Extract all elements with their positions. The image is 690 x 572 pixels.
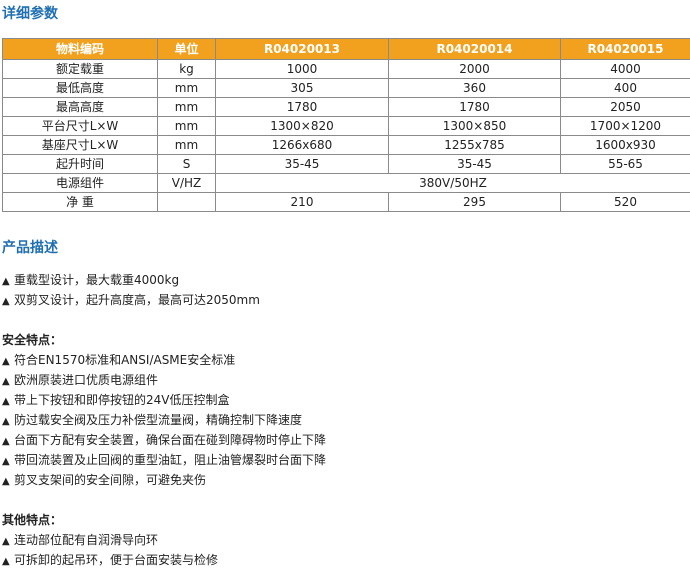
row-value: 1300×850 [389, 117, 561, 136]
row-value: 1600x930 [561, 136, 690, 155]
triangle-bullet-icon: ▲ [2, 372, 14, 392]
row-value: 1700×1200 [561, 117, 690, 136]
row-name: 最低高度 [3, 79, 158, 98]
row-name: 电源组件 [3, 174, 158, 193]
row-value: 35-45 [216, 155, 389, 174]
list-item: ▲防过载安全阀及压力补偿型流量阀，精确控制下降速度 [2, 410, 326, 430]
table-row: 起升时间 S 35-45 35-45 55-65 [3, 155, 690, 174]
row-unit: S [158, 155, 216, 174]
row-value: 1000 [216, 60, 389, 79]
table-row: 基座尺寸L×W mm 1266x680 1255x785 1600x930 [3, 136, 690, 155]
header-model-1: R04020013 [216, 39, 389, 60]
row-value: 1780 [216, 98, 389, 117]
spec-table: 物料编码 单位 R04020013 R04020014 R04020015 额定… [2, 38, 690, 212]
params-title: 详细参数 [2, 3, 58, 23]
triangle-bullet-icon: ▲ [2, 392, 14, 412]
row-value: 520 [561, 193, 690, 212]
list-item: ▲双剪叉设计，起升高度高，最高可达2050mm [2, 290, 260, 310]
triangle-bullet-icon: ▲ [2, 412, 14, 432]
row-value: 2050 [561, 98, 690, 117]
header-material-code: 物料编码 [3, 39, 158, 60]
row-value: 1255x785 [389, 136, 561, 155]
header-unit: 单位 [158, 39, 216, 60]
table-row-weight: 净 重 210 295 520 [3, 193, 690, 212]
row-value: 2000 [389, 60, 561, 79]
row-value-merged: 380V/50HZ [216, 174, 690, 193]
row-value: 210 [216, 193, 389, 212]
row-name: 起升时间 [3, 155, 158, 174]
row-value: 1780 [389, 98, 561, 117]
table-row: 额定载重 kg 1000 2000 4000 [3, 60, 690, 79]
description-title: 产品描述 [2, 237, 58, 257]
table-row: 平台尺寸L×W mm 1300×820 1300×850 1700×1200 [3, 117, 690, 136]
row-unit: mm [158, 136, 216, 155]
triangle-bullet-icon: ▲ [2, 272, 14, 292]
header-model-3: R04020015 [561, 39, 690, 60]
list-item: ▲可拆卸的起吊环，便于台面安装与检修 [2, 550, 218, 570]
row-value: 400 [561, 79, 690, 98]
triangle-bullet-icon: ▲ [2, 292, 14, 312]
row-value: 295 [389, 193, 561, 212]
row-value: 305 [216, 79, 389, 98]
row-value: 55-65 [561, 155, 690, 174]
list-item: ▲重载型设计，最大载重4000kg [2, 270, 260, 290]
row-unit [158, 193, 216, 212]
row-unit: kg [158, 60, 216, 79]
list-item: ▲欧洲原装进口优质电源组件 [2, 370, 326, 390]
list-item: ▲带回流装置及止回阀的重型油缸，阻止油管爆裂时台面下降 [2, 450, 326, 470]
row-value: 360 [389, 79, 561, 98]
row-value: 1266x680 [216, 136, 389, 155]
list-item: ▲台面下方配有安全装置，确保台面在碰到障碍物时停止下降 [2, 430, 326, 450]
other-title: 其他特点： [2, 511, 62, 528]
table-row: 最高高度 mm 1780 1780 2050 [3, 98, 690, 117]
triangle-bullet-icon: ▲ [2, 472, 14, 492]
row-name: 基座尺寸L×W [3, 136, 158, 155]
list-item: ▲带上下按钮和即停按钮的24V低压控制盒 [2, 390, 326, 410]
table-row: 最低高度 mm 305 360 400 [3, 79, 690, 98]
list-item: ▲连动部位配有自润滑导向环 [2, 530, 218, 550]
triangle-bullet-icon: ▲ [2, 552, 14, 572]
description-list: ▲重载型设计，最大载重4000kg ▲双剪叉设计，起升高度高，最高可达2050m… [2, 270, 260, 310]
list-item: ▲符合EN1570标准和ANSI/ASME安全标准 [2, 350, 326, 370]
triangle-bullet-icon: ▲ [2, 532, 14, 552]
row-name: 平台尺寸L×W [3, 117, 158, 136]
triangle-bullet-icon: ▲ [2, 432, 14, 452]
row-value: 1300×820 [216, 117, 389, 136]
row-name: 额定载重 [3, 60, 158, 79]
row-unit: mm [158, 98, 216, 117]
triangle-bullet-icon: ▲ [2, 452, 14, 472]
table-header-row: 物料编码 单位 R04020013 R04020014 R04020015 [3, 39, 690, 60]
row-value: 35-45 [389, 155, 561, 174]
safety-list: ▲符合EN1570标准和ANSI/ASME安全标准 ▲欧洲原装进口优质电源组件 … [2, 350, 326, 490]
list-item: ▲剪叉支架间的安全间隙，可避免夹伤 [2, 470, 326, 490]
row-name: 净 重 [3, 193, 158, 212]
triangle-bullet-icon: ▲ [2, 352, 14, 372]
row-name: 最高高度 [3, 98, 158, 117]
row-unit: mm [158, 79, 216, 98]
table-row-power: 电源组件 V/HZ 380V/50HZ [3, 174, 690, 193]
row-unit: mm [158, 117, 216, 136]
row-unit: V/HZ [158, 174, 216, 193]
other-list: ▲连动部位配有自润滑导向环 ▲可拆卸的起吊环，便于台面安装与检修 [2, 530, 218, 570]
row-value: 4000 [561, 60, 690, 79]
safety-title: 安全特点： [2, 331, 62, 348]
header-model-2: R04020014 [389, 39, 561, 60]
